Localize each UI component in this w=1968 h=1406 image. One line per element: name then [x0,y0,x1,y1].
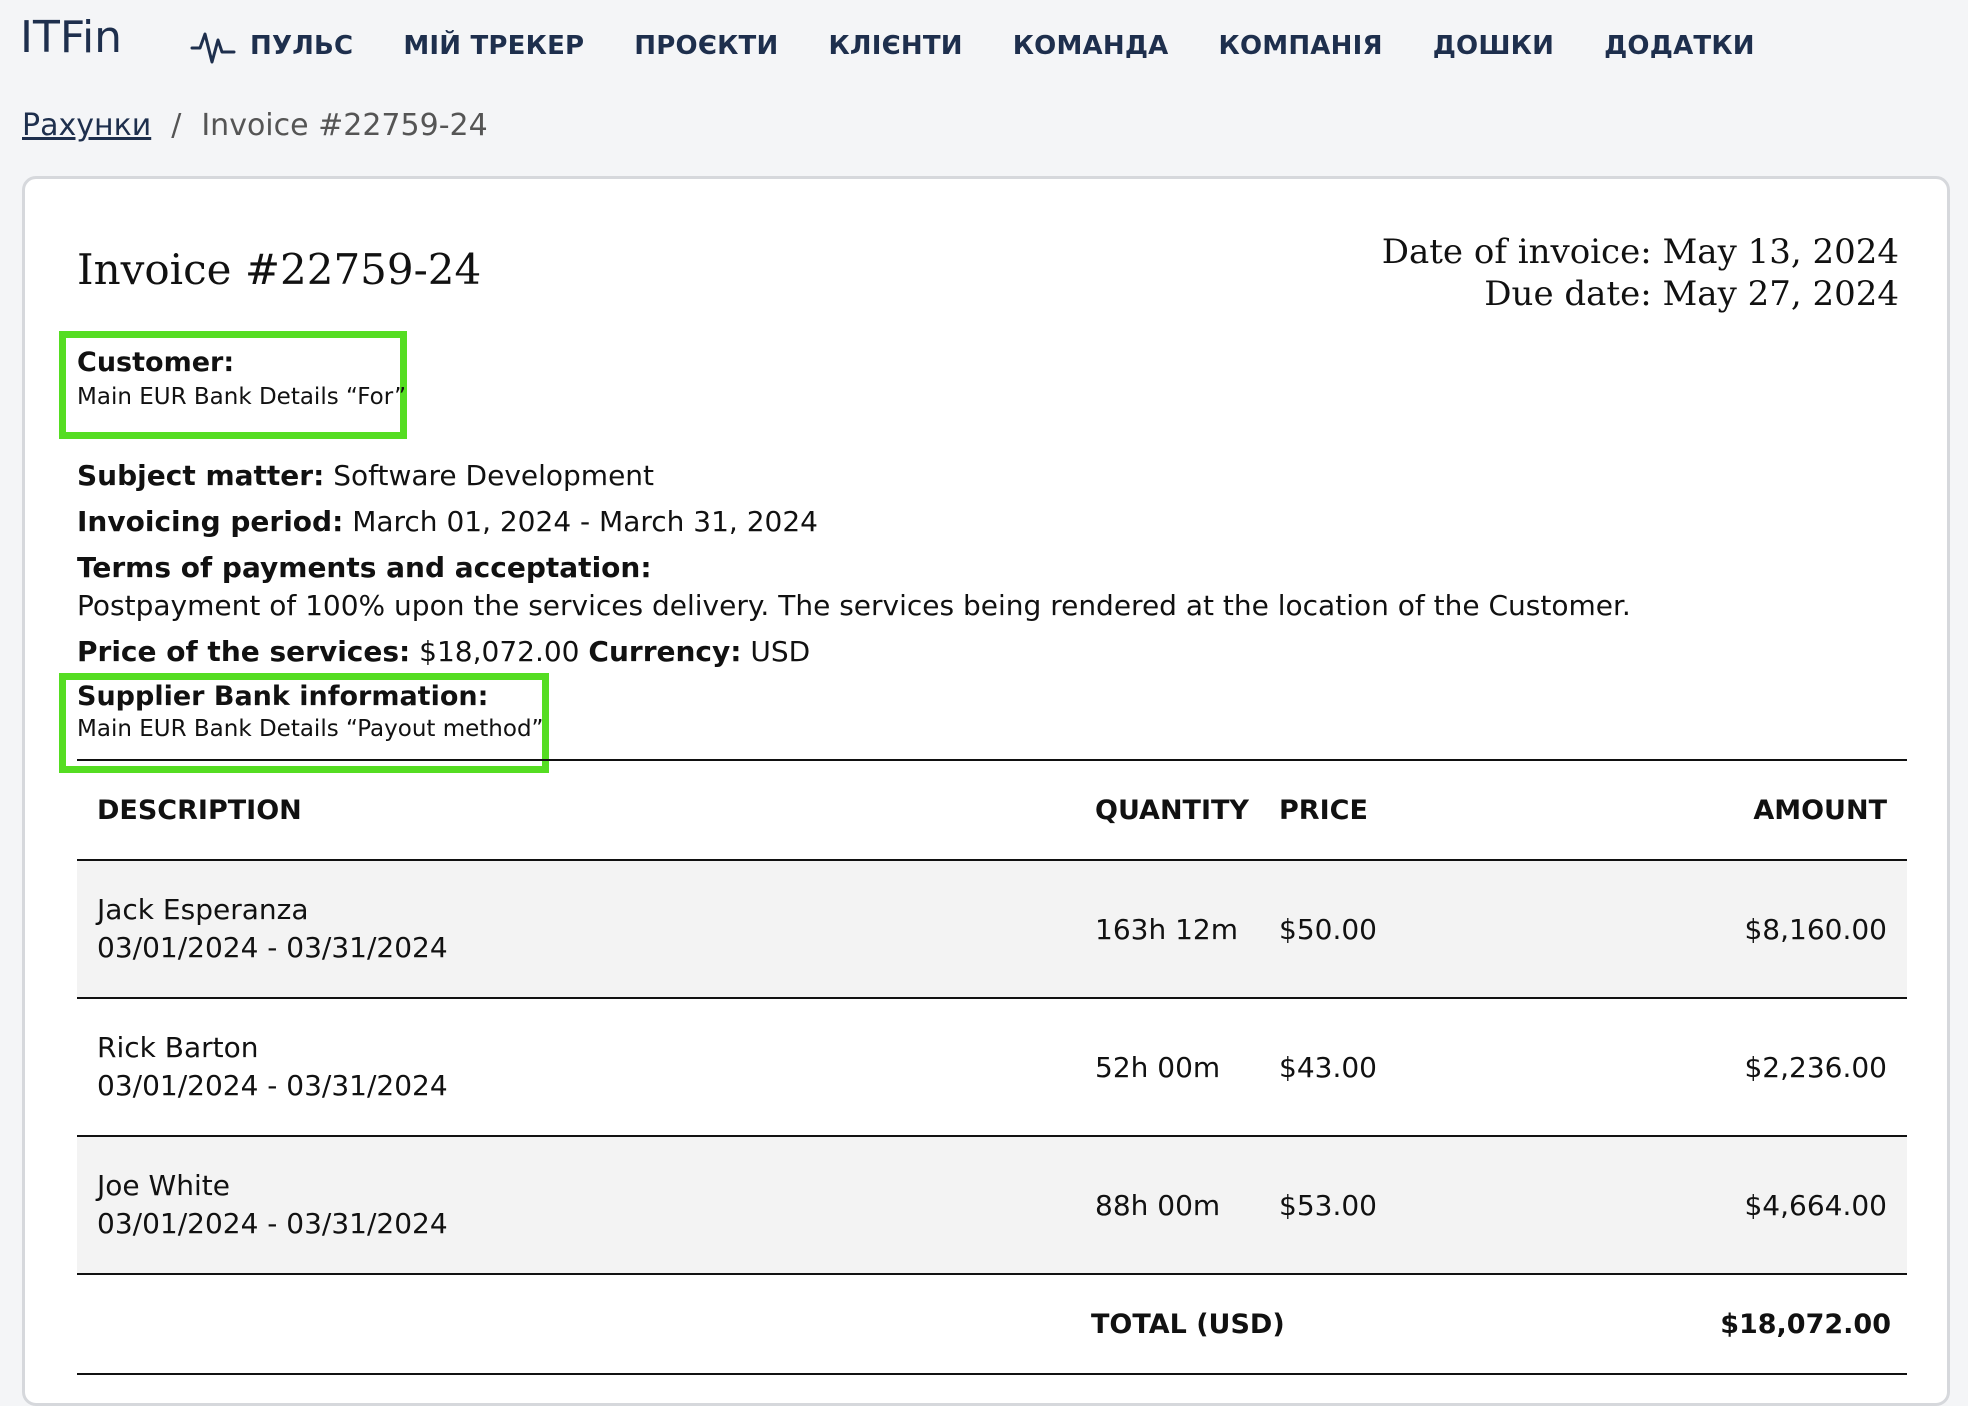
row-quantity: 88h 00m [1095,1188,1221,1222]
invoice-title: Invoice #22759-24 [77,245,482,294]
row-name: Jack Esperanza [97,893,309,926]
table-row: Jack Esperanza 03/01/2024 - 03/31/2024 1… [77,861,1907,999]
header-amount: AMOUNT [1753,794,1887,826]
table-row: Rick Barton 03/01/2024 - 03/31/2024 52h … [77,999,1907,1137]
subject-matter-line: Subject matter: Software Development [77,459,654,492]
total-value: $18,072.00 [1720,1308,1891,1340]
row-description: Jack Esperanza 03/01/2024 - 03/31/2024 [97,891,448,967]
main-nav: ПУЛЬС МІЙ ТРЕКЕР ПРОЄКТИ КЛІЄНТИ КОМАНДА… [190,28,1805,64]
row-name: Joe White [97,1169,230,1202]
due-date-value: May 27, 2024 [1662,274,1899,314]
price-value: $18,072.00 [419,635,580,668]
nav-item-team[interactable]: КОМАНДА [1013,31,1169,61]
terms-label: Terms of payments and acceptation: [77,551,652,584]
due-date-label: Due date: [1484,274,1652,314]
row-period: 03/01/2024 - 03/31/2024 [97,1207,448,1240]
app-logo[interactable]: ITFin [20,12,122,63]
customer-value: Main EUR Bank Details “For” [77,384,407,410]
row-period: 03/01/2024 - 03/31/2024 [97,931,448,964]
row-price: $53.00 [1279,1188,1377,1222]
invoicing-period-line: Invoicing period: March 01, 2024 - March… [77,505,818,538]
table-row: Joe White 03/01/2024 - 03/31/2024 88h 00… [77,1137,1907,1275]
customer-label: Customer: [77,347,235,378]
nav-item-label: ДОДАТКИ [1604,31,1755,61]
supplier-label: Supplier Bank information: [77,681,489,712]
customer-block: Customer: Main EUR Bank Details “For” [77,347,406,410]
nav-item-label: КОМАНДА [1012,31,1169,61]
row-description: Rick Barton 03/01/2024 - 03/31/2024 [97,1029,448,1105]
nav-item-my-tracker[interactable]: МІЙ ТРЕКЕР [403,31,584,61]
row-amount: $4,664.00 [1744,1188,1887,1222]
total-label: TOTAL (USD) [1091,1308,1285,1340]
pulse-icon [190,26,236,66]
nav-item-clients[interactable]: КЛІЄНТИ [828,31,962,61]
nav-item-label: ПУЛЬС [250,31,354,61]
breadcrumb-invoices-link[interactable]: Рахунки [22,108,151,143]
subject-matter-value: Software Development [333,459,655,492]
breadcrumb-separator: / [171,108,182,143]
terms-label-line: Terms of payments and acceptation: [77,551,652,584]
nav-item-company[interactable]: КОМПАНІЯ [1219,31,1383,61]
row-quantity: 52h 00m [1095,1050,1221,1084]
header-price: PRICE [1279,794,1368,826]
date-of-invoice: Date of invoice: May 13, 2024 [1382,231,1899,273]
invoice-dates: Date of invoice: May 13, 2024 Due date: … [1382,231,1899,315]
invoice-card: Invoice #22759-24 Date of invoice: May 1… [22,176,1950,1406]
header-description: DESCRIPTION [97,794,302,826]
currency-label: Currency: [588,635,742,668]
nav-item-addons[interactable]: ДОДАТКИ [1604,31,1755,61]
invoicing-period-label: Invoicing period: [77,505,344,538]
table-header: DESCRIPTION QUANTITY PRICE AMOUNT [77,761,1907,861]
terms-value: Postpayment of 100% upon the services de… [77,589,1631,622]
nav-item-label: КОМПАНІЯ [1218,31,1383,61]
subject-matter-label: Subject matter: [77,459,325,492]
price-line: Price of the services: $18,072.00 Curren… [77,635,810,668]
nav-item-label: МІЙ ТРЕКЕР [403,31,585,61]
nav-item-projects[interactable]: ПРОЄКТИ [634,31,778,61]
nav-item-label: ПРОЄКТИ [634,31,779,61]
nav-item-label: ДОШКИ [1432,31,1555,61]
row-quantity: 163h 12m [1095,912,1238,946]
row-description: Joe White 03/01/2024 - 03/31/2024 [97,1167,448,1243]
price-label: Price of the services: [77,635,411,668]
date-of-invoice-label: Date of invoice: [1381,232,1652,272]
table-total-row: TOTAL (USD) $18,072.00 [77,1275,1907,1375]
nav-item-label: КЛІЄНТИ [828,31,963,61]
row-price: $50.00 [1279,912,1377,946]
nav-item-boards[interactable]: ДОШКИ [1433,31,1554,61]
top-navigation: ITFin ПУЛЬС МІЙ ТРЕКЕР ПРОЄКТИ КЛІЄНТИ К… [0,0,1968,90]
nav-item-pulse[interactable]: ПУЛЬС [190,26,353,66]
currency-value: USD [750,635,811,668]
row-amount: $2,236.00 [1744,1050,1887,1084]
supplier-value: Main EUR Bank Details “Payout method” [77,716,544,742]
breadcrumb: Рахунки / Invoice #22759-24 [22,108,488,143]
invoice-items-table: DESCRIPTION QUANTITY PRICE AMOUNT Jack E… [77,759,1907,1375]
row-price: $43.00 [1279,1050,1377,1084]
date-of-invoice-value: May 13, 2024 [1662,232,1899,272]
supplier-block: Supplier Bank information: Main EUR Bank… [77,681,543,742]
row-name: Rick Barton [97,1031,259,1064]
header-quantity: QUANTITY [1095,794,1249,826]
breadcrumb-current: Invoice #22759-24 [201,108,488,143]
invoicing-period-value: March 01, 2024 - March 31, 2024 [352,505,818,538]
row-period: 03/01/2024 - 03/31/2024 [97,1069,448,1102]
due-date: Due date: May 27, 2024 [1382,273,1899,315]
row-amount: $8,160.00 [1744,912,1887,946]
